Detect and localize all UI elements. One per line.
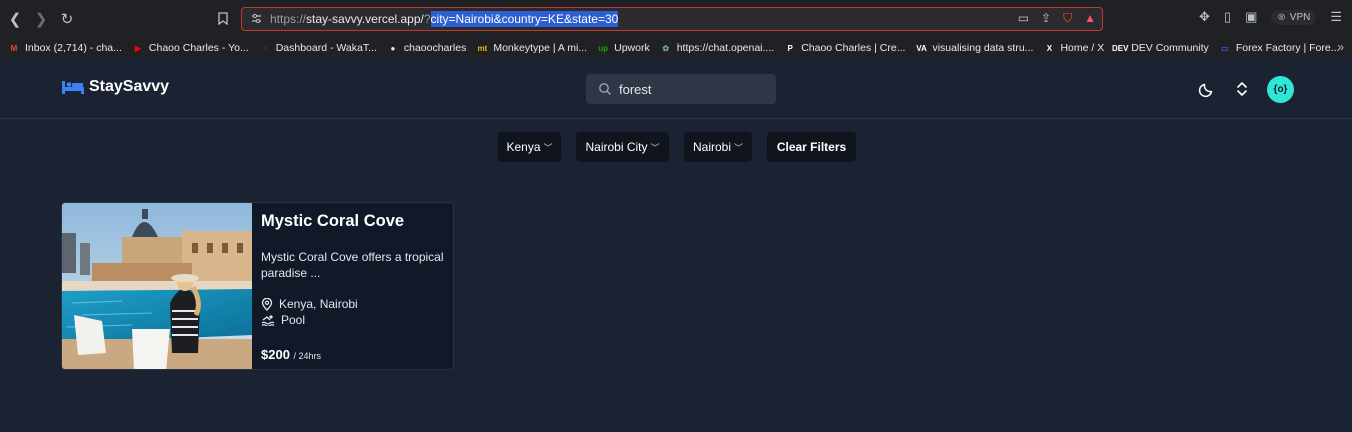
bookmark-item[interactable]: ▭ Forex Factory | Fore... bbox=[1219, 42, 1340, 54]
search-icon bbox=[599, 83, 611, 95]
bookmark-label: Inbox (2,714) - cha... bbox=[25, 42, 122, 54]
amenity-text: Pool bbox=[281, 313, 306, 327]
bookmark-label: chaoocharles bbox=[403, 42, 467, 54]
youtube-icon: ▶ bbox=[134, 43, 141, 53]
location-text: Kenya, Nairobi bbox=[279, 297, 358, 311]
bed-icon bbox=[62, 81, 84, 94]
url-text: https://stay-savvy.vercel.app/? bbox=[270, 12, 431, 26]
listing-title: Mystic Coral Cove bbox=[261, 212, 405, 230]
country-filter-label: Kenya bbox=[506, 140, 541, 154]
price-value: $200 bbox=[261, 347, 290, 362]
x-icon: X bbox=[1046, 43, 1053, 53]
bookmark-label: Chaoo Charles - Yo... bbox=[148, 42, 249, 54]
github-icon: ● bbox=[390, 43, 396, 53]
bookmark-item[interactable]: ▶ Chaoo Charles - Yo... bbox=[132, 42, 249, 54]
reload-icon[interactable]: ↻ bbox=[54, 6, 80, 32]
forward-icon[interactable]: ❯ bbox=[28, 6, 54, 32]
city-filter-select[interactable]: Nairobi City ﹀ bbox=[576, 132, 669, 162]
bookmark-item[interactable]: DEV DEV Community bbox=[1111, 42, 1209, 54]
sidebar-icon[interactable]: ▯ bbox=[1224, 9, 1231, 25]
url-selected-text: city=Nairobi&country=KE&state=30 bbox=[430, 11, 619, 27]
bookmark-item[interactable]: ● chaoocharles bbox=[387, 42, 466, 54]
bookmark-item[interactable]: ✿ https://chat.openai.... bbox=[660, 42, 774, 54]
clear-filters-button[interactable]: Clear Filters bbox=[767, 132, 856, 162]
chevron-down-icon: ﹀ bbox=[734, 142, 744, 153]
bookmark-item[interactable]: M Inbox (2,714) - cha... bbox=[8, 42, 122, 54]
bookmark-label: visualising data stru... bbox=[932, 42, 1034, 54]
bookmark-item[interactable]: X Home / X bbox=[1043, 42, 1104, 54]
bookmark-label: DEV Community bbox=[1131, 42, 1209, 54]
bookmark-label: https://chat.openai.... bbox=[676, 42, 775, 54]
state-filter-select[interactable]: Nairobi ﹀ bbox=[684, 132, 752, 162]
extensions-icon[interactable]: ✥ bbox=[1199, 9, 1210, 25]
gmail-icon: M bbox=[10, 43, 18, 53]
listing-amenity: Pool bbox=[261, 313, 305, 327]
upwork-icon: up bbox=[598, 43, 608, 53]
search-box[interactable] bbox=[586, 74, 776, 104]
openai-icon: ✿ bbox=[662, 43, 670, 53]
menu-icon[interactable]: ☰ bbox=[1330, 9, 1342, 25]
patreon-icon: P bbox=[787, 43, 793, 53]
visualgo-icon: VA bbox=[916, 43, 927, 53]
bookmarks-overflow-icon[interactable]: » bbox=[1337, 40, 1344, 54]
vpn-button[interactable]: ⊗ VPN bbox=[1271, 9, 1317, 25]
listing-location: Kenya, Nairobi bbox=[261, 297, 358, 311]
forexfactory-icon: ▭ bbox=[1221, 43, 1229, 53]
bookmark-label: Dashboard - WakaT... bbox=[275, 42, 377, 54]
reader-mode-icon[interactable]: ▭ bbox=[1018, 11, 1029, 26]
listing-card[interactable]: Mystic Coral Cove Mystic Coral Cove offe… bbox=[61, 202, 454, 370]
share-icon[interactable]: ⇪ bbox=[1041, 11, 1051, 26]
app-header: StaySavvy {o} bbox=[0, 59, 1352, 119]
bookmark-label: Forex Factory | Fore... bbox=[1235, 42, 1340, 54]
bookmark-label: Home / X bbox=[1060, 42, 1105, 54]
brave-rewards-icon[interactable]: ▲ bbox=[1084, 11, 1096, 26]
wallet-icon[interactable]: ▣ bbox=[1245, 9, 1257, 25]
swimmer-icon bbox=[261, 315, 275, 326]
country-filter-select[interactable]: Kenya ﹀ bbox=[498, 132, 561, 162]
listing-description: Mystic Coral Cove offers a tropical para… bbox=[261, 250, 444, 280]
bookmarks-bar: M Inbox (2,714) - cha... ▶ Chaoo Charles - … bbox=[0, 37, 1352, 59]
bookmark-item[interactable]: P Chaoo Charles | Cre... bbox=[784, 42, 906, 54]
wakatime-icon: ◔ bbox=[262, 43, 268, 53]
site-settings-icon[interactable] bbox=[250, 12, 263, 28]
address-bar[interactable]: https://stay-savvy.vercel.app/? city=Nair… bbox=[241, 7, 1103, 31]
brave-shields-icon[interactable]: ⛉ bbox=[1063, 11, 1072, 26]
logo[interactable]: StaySavvy bbox=[61, 78, 169, 96]
expand-chevrons-icon[interactable] bbox=[1231, 78, 1253, 100]
monkeytype-icon: mt bbox=[477, 43, 488, 53]
chevron-down-icon: ﹀ bbox=[650, 142, 660, 153]
state-filter-label: Nairobi bbox=[692, 140, 731, 154]
bookmark-icon[interactable] bbox=[210, 6, 236, 32]
chevron-down-icon: ﹀ bbox=[543, 142, 553, 153]
bookmark-label: Upwork bbox=[614, 42, 650, 54]
bookmark-item[interactable]: mt Monkeytype | A mi... bbox=[476, 42, 587, 54]
price-period: / 24hrs bbox=[293, 351, 322, 361]
bookmark-item[interactable]: VA visualising data stru... bbox=[915, 42, 1033, 54]
bookmark-label: Chaoo Charles | Cre... bbox=[801, 42, 906, 54]
search-input[interactable] bbox=[619, 81, 759, 97]
browser-toolbar: ❮ ❯ ↻ https://stay-savvy.vercel.app/? cit… bbox=[0, 0, 1352, 37]
bookmark-label: Monkeytype | A mi... bbox=[493, 42, 588, 54]
listing-price: $200 / 24hrs bbox=[261, 347, 321, 362]
listing-photo bbox=[62, 203, 252, 369]
user-avatar[interactable]: {o} bbox=[1267, 76, 1294, 103]
logo-text: StaySavvy bbox=[89, 78, 170, 95]
theme-toggle-moon-icon[interactable] bbox=[1196, 78, 1218, 100]
bookmark-item[interactable]: ◔ Dashboard - WakaT... bbox=[259, 42, 377, 54]
back-icon[interactable]: ❮ bbox=[2, 6, 28, 32]
dev-icon: DEV bbox=[1111, 43, 1129, 53]
map-pin-icon bbox=[261, 297, 273, 311]
city-filter-label: Nairobi City bbox=[585, 140, 648, 154]
bookmark-item[interactable]: up Upwork bbox=[597, 42, 650, 54]
